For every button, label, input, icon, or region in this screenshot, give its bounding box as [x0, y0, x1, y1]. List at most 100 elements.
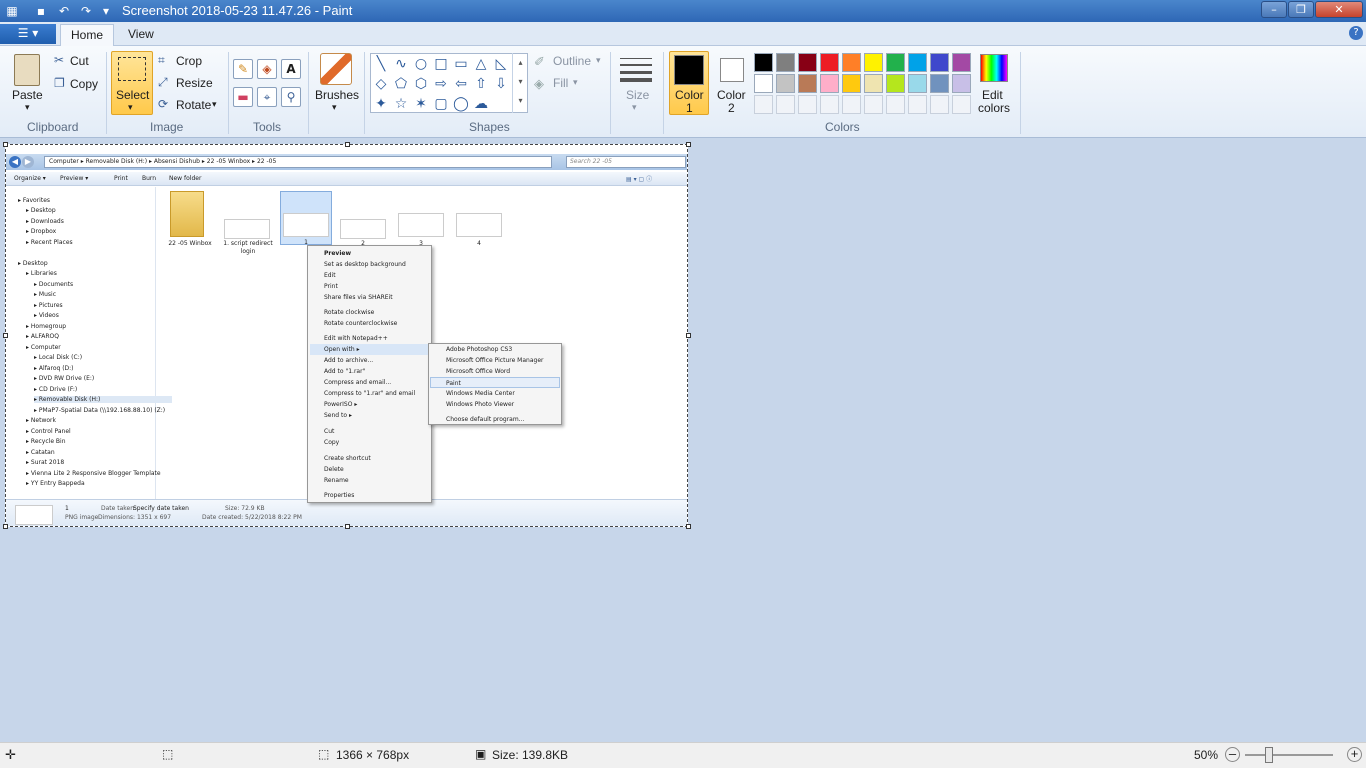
eraser-icon[interactable]: ▬: [233, 87, 253, 107]
brushes-dropdown-icon[interactable]: ▾: [332, 102, 337, 113]
edit-colors-icon[interactable]: [980, 54, 1008, 82]
context-menu-item[interactable]: Cut: [324, 426, 428, 437]
nav-item[interactable]: ▸ Downloads: [26, 218, 64, 225]
context-menu-item[interactable]: Rotate counterclockwise: [324, 318, 428, 329]
organize-button[interactable]: Organize ▾: [14, 175, 46, 182]
color-swatch[interactable]: [798, 53, 817, 72]
help-icon[interactable]: ?: [1349, 26, 1363, 40]
nav-item[interactable]: ▸ ALFAROQ: [26, 333, 59, 340]
color-swatch[interactable]: [864, 53, 883, 72]
submenu-item[interactable]: Microsoft Office Word: [446, 366, 558, 377]
zoom-slider-track[interactable]: [1245, 754, 1333, 756]
shapes-scroll[interactable]: ▴ ▾ ▾: [512, 53, 528, 113]
text-tool-icon[interactable]: A: [281, 59, 301, 79]
file-thumbnail[interactable]: [283, 213, 329, 237]
nav-item[interactable]: ▸ Recent Places: [26, 239, 73, 246]
nav-item[interactable]: ▸ Catatan: [26, 449, 55, 456]
context-menu-item[interactable]: Edit: [324, 270, 428, 281]
file-thumbnail[interactable]: [224, 219, 270, 239]
undo-icon[interactable]: ↶: [56, 3, 72, 19]
color-swatch[interactable]: [930, 53, 949, 72]
context-menu-item[interactable]: Preview: [324, 248, 428, 259]
rotate-dropdown-icon[interactable]: ▾: [212, 99, 217, 110]
redo-icon[interactable]: ↷: [78, 3, 94, 19]
nav-item[interactable]: ▸ Desktop: [18, 260, 48, 267]
color-swatch[interactable]: [842, 53, 861, 72]
context-menu-item[interactable]: Share files via SHAREit: [324, 292, 428, 303]
drawing-canvas[interactable]: ◀ ▶ Computer ▸ Removable Disk (H:) ▸ Abs…: [5, 144, 688, 527]
color-swatch[interactable]: [820, 95, 839, 114]
submenu-item[interactable]: Adobe Photoshop CS3: [446, 344, 558, 355]
size-icon[interactable]: [620, 56, 652, 82]
context-menu-item[interactable]: Compress and email...: [324, 377, 428, 388]
color-swatch[interactable]: [908, 53, 927, 72]
color2-swatch[interactable]: [720, 58, 744, 82]
context-menu-item[interactable]: Delete: [324, 464, 428, 475]
paint-app-icon[interactable]: ▦: [4, 3, 20, 19]
rotate-button[interactable]: Rotate: [176, 98, 211, 112]
submenu-item[interactable]: Windows Photo Viewer: [446, 399, 558, 410]
copy-button[interactable]: Copy: [70, 77, 98, 91]
nav-item[interactable]: ▸ PMaP7-Spatial Data (\\192.168.88.10) (…: [34, 407, 165, 414]
pentagon-shape-icon[interactable]: ⬠: [392, 75, 410, 93]
left-arrow-shape-icon[interactable]: ⇦: [452, 75, 470, 93]
pencil-icon[interactable]: ✎: [233, 59, 253, 79]
nav-item[interactable]: ▸ Removable Disk (H:): [34, 396, 172, 403]
context-menu-item[interactable]: Add to archive...: [324, 355, 428, 366]
nav-item[interactable]: ▸ Vienna Lite 2 Responsive Blogger Templ…: [26, 470, 161, 477]
oval-shape-icon[interactable]: ○: [412, 55, 430, 73]
nav-item[interactable]: ▸ Alfaroq (D:): [34, 365, 74, 372]
five-point-star-shape-icon[interactable]: ☆: [392, 95, 410, 113]
color-swatch[interactable]: [776, 53, 795, 72]
color-swatch[interactable]: [842, 95, 861, 114]
submenu-item[interactable]: Windows Media Center: [446, 388, 558, 399]
size-button[interactable]: Size: [626, 88, 649, 102]
color-swatch[interactable]: [886, 53, 905, 72]
resize-handle[interactable]: [686, 142, 691, 147]
triangle-shape-icon[interactable]: △: [472, 55, 490, 73]
line-shape-icon[interactable]: ╲: [372, 55, 390, 73]
new-folder-button[interactable]: New folder: [169, 175, 201, 182]
outline-dropdown-icon[interactable]: ▾: [596, 55, 601, 66]
color-swatch[interactable]: [930, 95, 949, 114]
nav-item[interactable]: ▸ Desktop: [26, 207, 56, 214]
color-swatch[interactable]: [820, 53, 839, 72]
nav-item[interactable]: ▸ Network: [26, 417, 56, 424]
brushes-button[interactable]: Brushes: [315, 88, 359, 102]
color-swatch[interactable]: [864, 95, 883, 114]
zoom-out-button[interactable]: –: [1225, 747, 1240, 762]
right-arrow-shape-icon[interactable]: ⇨: [432, 75, 450, 93]
file-thumbnail[interactable]: [398, 213, 444, 237]
nav-item[interactable]: ▸ YY Entry Bappeda: [26, 480, 85, 487]
edit-colors-label-1[interactable]: Edit: [982, 88, 1003, 102]
resize-button[interactable]: Resize: [176, 76, 213, 90]
submenu-item[interactable]: Microsoft Office Picture Manager: [446, 355, 558, 366]
resize-handle[interactable]: [3, 333, 8, 338]
submenu-item[interactable]: Paint: [430, 377, 560, 388]
color-swatch[interactable]: [908, 95, 927, 114]
color-picker-icon[interactable]: ⌖: [257, 87, 277, 107]
nav-item[interactable]: ▸ Control Panel: [26, 428, 71, 435]
rectangle-shape-icon[interactable]: □: [432, 55, 450, 73]
cut-button[interactable]: Cut: [70, 54, 89, 68]
nav-item[interactable]: ▸ CD Drive (F:): [34, 386, 77, 393]
resize-handle[interactable]: [3, 142, 8, 147]
preview-button[interactable]: Preview ▾: [60, 175, 88, 182]
nav-item[interactable]: ▸ DVD RW Drive (E:): [34, 375, 94, 382]
minimize-button[interactable]: –: [1261, 1, 1287, 18]
context-menu-item[interactable]: Edit with Notepad++: [324, 333, 428, 344]
four-point-star-shape-icon[interactable]: ✦: [372, 95, 390, 113]
nav-item[interactable]: ▸ Surat 2018: [26, 459, 64, 466]
context-menu-item[interactable]: Open with ▸: [310, 344, 428, 355]
nav-item[interactable]: ▸ Homegroup: [26, 323, 66, 330]
color-swatch[interactable]: [952, 53, 971, 72]
context-menu-item[interactable]: Add to "1.rar": [324, 366, 428, 377]
context-menu-item[interactable]: Print: [324, 281, 428, 292]
color-swatch[interactable]: [886, 95, 905, 114]
color-swatch[interactable]: [952, 95, 971, 114]
context-menu-item[interactable]: Create shortcut: [324, 453, 428, 464]
print-button[interactable]: Print: [114, 175, 128, 182]
brushes-icon[interactable]: [320, 53, 352, 85]
context-menu-item[interactable]: Compress to "1.rar" and email: [324, 388, 428, 399]
paste-dropdown-icon[interactable]: ▾: [25, 102, 30, 113]
